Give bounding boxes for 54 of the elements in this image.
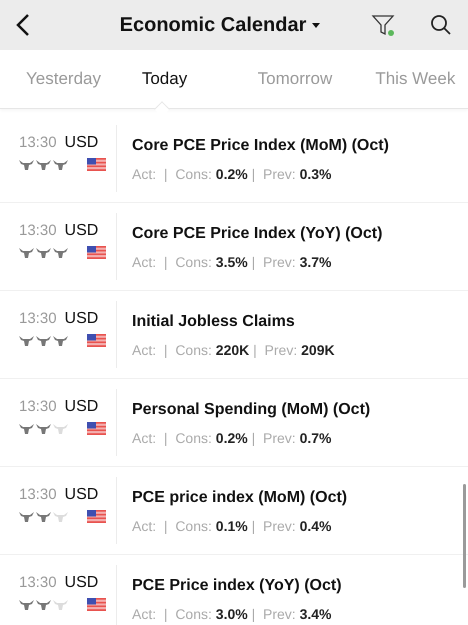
currency: USD bbox=[64, 486, 98, 504]
bull-icon bbox=[53, 424, 68, 434]
bull-icon bbox=[36, 248, 51, 258]
currency: USD bbox=[64, 574, 98, 592]
bull-icon bbox=[36, 424, 51, 434]
currency: USD bbox=[64, 222, 98, 240]
flag-icon bbox=[87, 598, 106, 611]
event-values: Act: | Cons: 0.1% | Prev: 0.4% bbox=[132, 518, 332, 534]
bull-icon bbox=[53, 336, 68, 346]
flag-icon bbox=[87, 334, 106, 347]
bull-icon bbox=[53, 600, 68, 610]
event-row[interactable]: 13:30 USD Core PCE Price Index (YoY) (Oct) Act: | Cons: 3.5% | Prev: 3.7% bbox=[0, 203, 468, 291]
day-tab[interactable]: Today bbox=[142, 50, 258, 108]
bull-icon bbox=[19, 160, 34, 170]
event-time: 13:30 bbox=[19, 398, 57, 415]
event-time: 13:30 bbox=[19, 486, 57, 503]
event-values: Act: | Cons: 0.2% | Prev: 0.7% bbox=[132, 430, 332, 446]
currency: USD bbox=[64, 398, 98, 416]
flag-icon bbox=[87, 422, 106, 435]
event-row[interactable]: 13:30 USD Initial Jobless Claims Act: | Cons: 220K | Prev: 209K bbox=[0, 291, 468, 379]
event-name: Core PCE Price Index (MoM) (Oct) bbox=[132, 137, 390, 155]
bull-icon bbox=[36, 600, 51, 610]
flag-icon bbox=[87, 246, 106, 259]
event-name: Initial Jobless Claims bbox=[132, 313, 296, 331]
event-row[interactable]: 13:30 USD Core PCE Price Index (MoM) (Oct) Act: | Cons: 0.2% | Prev: 0.3% bbox=[0, 115, 468, 203]
event-name: PCE Price index (YoY) (Oct) bbox=[132, 577, 343, 595]
event-time: 13:30 bbox=[19, 134, 57, 151]
bull-icon bbox=[53, 160, 68, 170]
event-time: 13:30 bbox=[19, 310, 57, 327]
event-row[interactable]: 13:30 USD Personal Spending (MoM) (Oct) Act: | Cons: 0.2% | Prev: 0.7% bbox=[0, 379, 468, 467]
flag-icon bbox=[87, 510, 106, 523]
event-values: Act: | Cons: 220K | Prev: 209K bbox=[132, 342, 336, 358]
bull-icon bbox=[36, 512, 51, 522]
event-name: Core PCE Price Index (YoY) (Oct) bbox=[132, 225, 384, 243]
bull-icon bbox=[19, 248, 34, 258]
event-name: PCE price index (MoM) (Oct) bbox=[132, 489, 348, 507]
bull-icon bbox=[36, 160, 51, 170]
event-values: Act: | Cons: 3.0% | Prev: 3.4% bbox=[132, 606, 332, 622]
event-time: 13:30 bbox=[19, 574, 57, 591]
event-values: Act: | Cons: 3.5% | Prev: 3.7% bbox=[132, 254, 332, 270]
bull-icon bbox=[19, 424, 34, 434]
caret-icon bbox=[312, 22, 320, 28]
bull-icon bbox=[19, 600, 34, 610]
event-name: Personal Spending (MoM) (Oct) bbox=[132, 401, 372, 419]
event-time: 13:30 bbox=[19, 222, 57, 239]
event-values: Act: | Cons: 0.2% | Prev: 0.3% bbox=[132, 166, 332, 182]
currency: USD bbox=[64, 310, 98, 328]
bull-icon bbox=[19, 512, 34, 522]
bull-icon bbox=[53, 248, 68, 258]
bull-icon bbox=[53, 512, 68, 522]
flag-icon bbox=[87, 158, 106, 171]
currency: USD bbox=[64, 134, 98, 152]
bull-icon bbox=[19, 336, 34, 346]
bull-icon bbox=[36, 336, 51, 346]
